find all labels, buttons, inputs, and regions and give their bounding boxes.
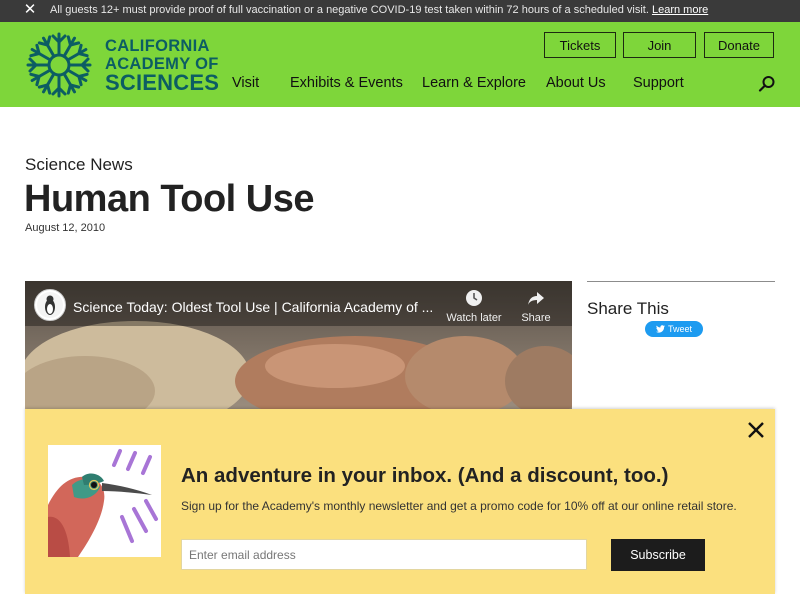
twitter-bird-icon: [655, 325, 665, 333]
join-button[interactable]: Join: [623, 32, 696, 58]
nav-about-us[interactable]: About Us: [546, 75, 606, 91]
newsletter-subtext: Sign up for the Academy's monthly newsle…: [181, 499, 737, 513]
brand-wordmark[interactable]: CALIFORNIA ACADEMY OF SCIENCES: [105, 38, 219, 94]
learn-more-link[interactable]: Learn more: [652, 4, 708, 16]
close-alert-icon[interactable]: ✕: [22, 1, 38, 19]
page-title: Human Tool Use: [24, 178, 315, 220]
alert-text: All guests 12+ must provide proof of ful…: [50, 4, 649, 16]
nav-exhibits-events[interactable]: Exhibits & Events: [290, 75, 403, 91]
site-header: CALIFORNIA ACADEMY OF SCIENCES Tickets J…: [0, 22, 800, 107]
article-kicker: Science News: [25, 155, 133, 174]
alert-message: All guests 12+ must provide proof of ful…: [50, 4, 708, 16]
nav-support[interactable]: Support: [633, 75, 684, 91]
tickets-button[interactable]: Tickets: [544, 32, 616, 58]
share-video-button[interactable]: Share: [515, 289, 557, 324]
email-input[interactable]: [181, 539, 587, 570]
share-arrow-icon: [528, 292, 544, 305]
article-date: August 12, 2010: [25, 222, 106, 234]
video-player[interactable]: Science Today: Oldest Tool Use | Califor…: [25, 281, 572, 411]
watch-later-button[interactable]: Watch later: [443, 289, 505, 324]
share-divider: [587, 281, 775, 282]
nav-learn-explore[interactable]: Learn & Explore: [422, 75, 526, 91]
newsletter-heading: An adventure in your inbox. (And a disco…: [181, 464, 669, 487]
brand-line-3: SCIENCES: [105, 70, 220, 95]
alert-bar: ✕ All guests 12+ must provide proof of f…: [0, 0, 800, 22]
share-title: Share This: [587, 299, 669, 318]
nav-visit[interactable]: Visit: [232, 75, 259, 91]
watch-later-label: Watch later: [446, 312, 502, 324]
bird-illustration: [48, 445, 161, 557]
subscribe-button[interactable]: Subscribe: [611, 539, 705, 571]
channel-avatar[interactable]: [34, 289, 66, 321]
close-icon[interactable]: [745, 419, 767, 441]
tweet-button[interactable]: Tweet: [645, 321, 703, 337]
newsletter-popup: An adventure in your inbox. (And a disco…: [25, 409, 775, 594]
donate-button[interactable]: Donate: [704, 32, 774, 58]
tweet-label: Tweet: [667, 324, 692, 334]
academy-logo-icon[interactable]: [24, 30, 94, 100]
share-video-label: Share: [521, 312, 551, 324]
brand-line-1: CALIFORNIA: [105, 37, 210, 55]
clock-icon: [466, 290, 482, 306]
video-title[interactable]: Science Today: Oldest Tool Use | Califor…: [73, 299, 433, 315]
search-icon[interactable]: [758, 75, 776, 93]
